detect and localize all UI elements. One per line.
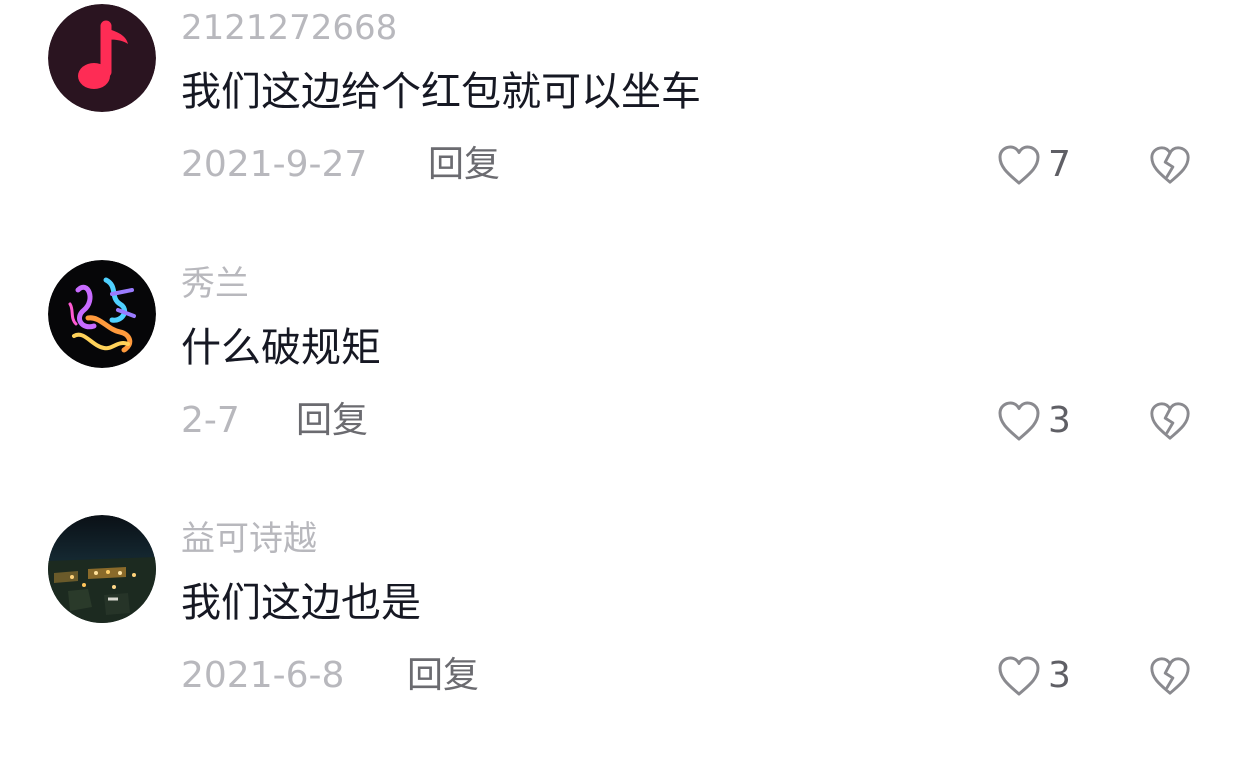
like-count: 7 bbox=[1048, 144, 1071, 185]
neon-calligraphy-avatar bbox=[48, 260, 156, 368]
like-button[interactable]: 7 bbox=[996, 143, 1071, 187]
comment-username[interactable]: 益可诗越 bbox=[181, 517, 317, 561]
like-count: 3 bbox=[1048, 400, 1071, 441]
comment-username[interactable]: 秀兰 bbox=[181, 262, 249, 306]
heart-outline-icon bbox=[998, 401, 1040, 441]
heart-outline-icon bbox=[998, 656, 1040, 696]
reply-button[interactable]: 回复 bbox=[407, 653, 479, 699]
like-count: 3 bbox=[1048, 655, 1071, 696]
comment-username[interactable]: 2121272668 bbox=[181, 6, 397, 50]
broken-heart-icon bbox=[1150, 146, 1190, 184]
comment-date: 2021-9-27 bbox=[181, 144, 368, 185]
comment-text: 什么破规矩 bbox=[181, 325, 381, 371]
comment-text: 我们这边也是 bbox=[181, 580, 421, 626]
like-button[interactable]: 3 bbox=[996, 654, 1071, 698]
broken-heart-icon bbox=[1150, 402, 1190, 440]
dislike-button[interactable] bbox=[1148, 399, 1192, 443]
comment-date: 2021-6-8 bbox=[181, 655, 345, 696]
comment-item: 2121272668 我们这边给个红包就可以坐车 2021-9-27 回复 7 bbox=[0, 0, 1242, 255]
reply-button[interactable]: 回复 bbox=[428, 142, 500, 188]
user-avatar[interactable] bbox=[48, 515, 156, 623]
heart-outline-icon bbox=[998, 145, 1040, 185]
comment-date: 2-7 bbox=[181, 400, 240, 441]
user-avatar[interactable] bbox=[48, 4, 156, 112]
night-city-avatar bbox=[48, 515, 156, 623]
comment-item: 秀兰 什么破规矩 2-7 回复 3 bbox=[0, 256, 1242, 511]
music-note-icon bbox=[48, 4, 156, 112]
reply-button[interactable]: 回复 bbox=[296, 398, 368, 444]
comment-text: 我们这边给个红包就可以坐车 bbox=[181, 69, 701, 115]
dislike-button[interactable] bbox=[1148, 143, 1192, 187]
like-button[interactable]: 3 bbox=[996, 399, 1071, 443]
user-avatar[interactable] bbox=[48, 260, 156, 368]
broken-heart-icon bbox=[1150, 657, 1190, 695]
dislike-button[interactable] bbox=[1148, 654, 1192, 698]
comment-item: 益可诗越 我们这边也是 2021-6-8 回复 3 bbox=[0, 511, 1242, 766]
